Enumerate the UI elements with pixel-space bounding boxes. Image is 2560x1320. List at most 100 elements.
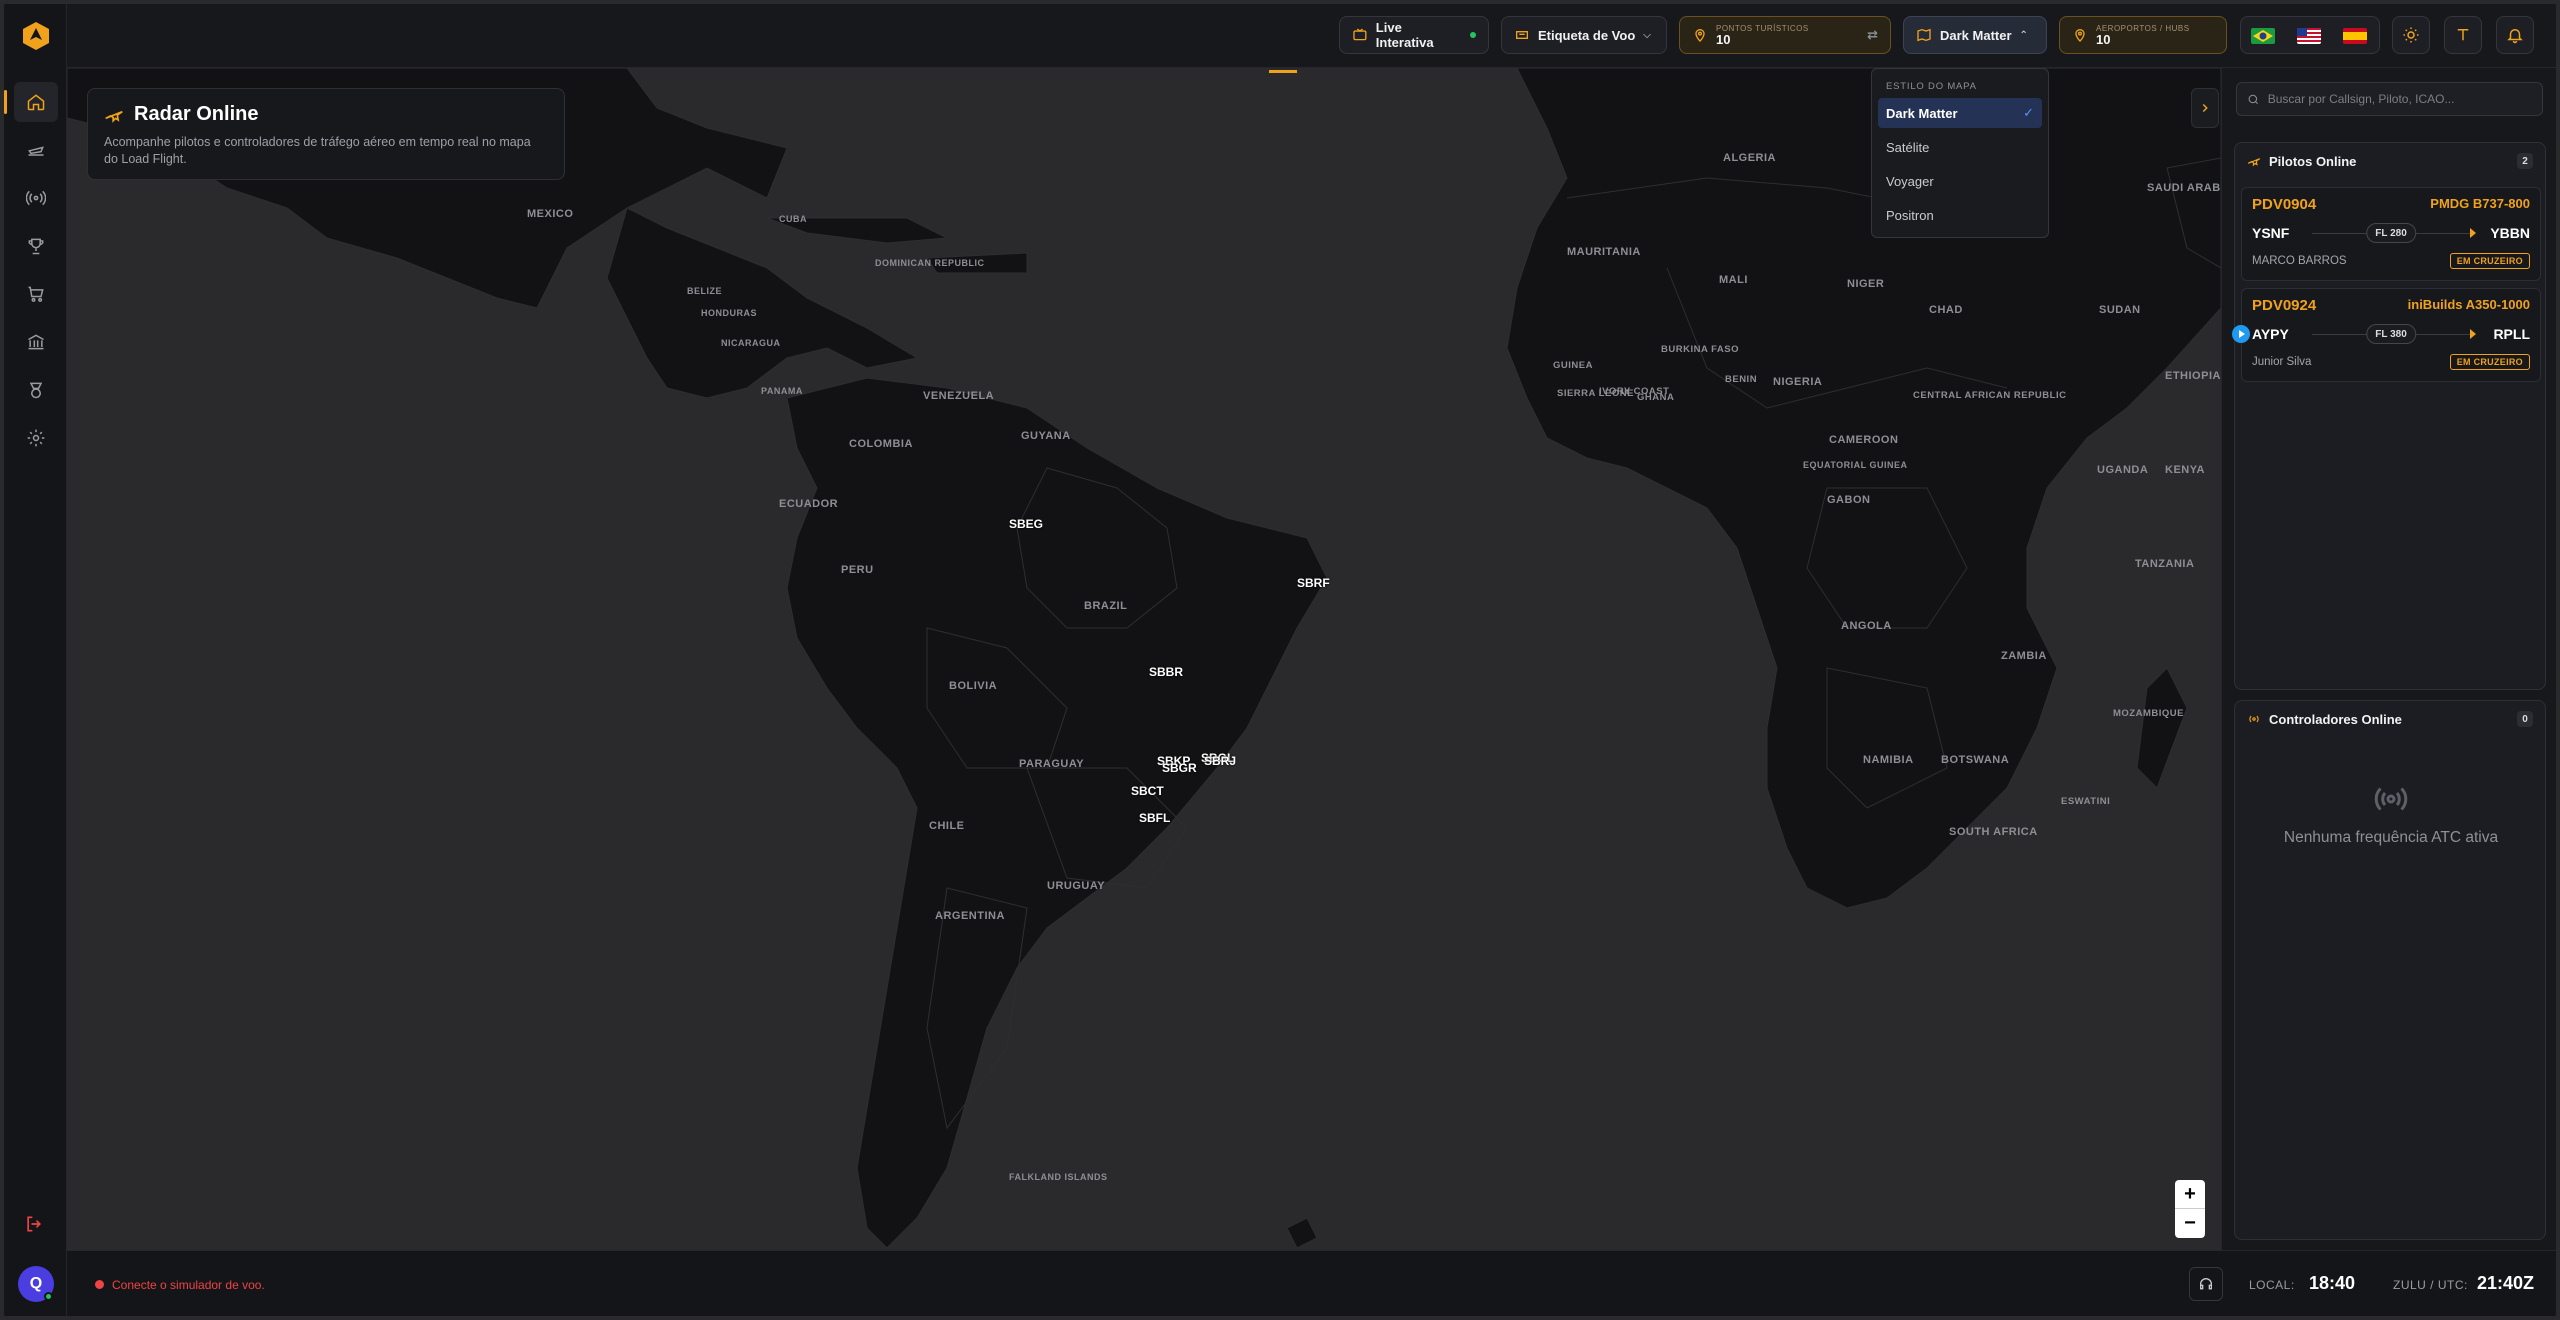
- radio-icon: [2249, 715, 2259, 723]
- nav-flights-icon[interactable]: [14, 130, 58, 170]
- map-label: NIGERIA: [1773, 376, 1823, 388]
- map-style-option-satellite[interactable]: Satélite: [1878, 132, 2042, 162]
- map-label: EQUATORIAL GUINEA: [1803, 460, 1908, 470]
- atc-empty-state: Nenhuma frequência ATC ativa: [2235, 781, 2547, 847]
- airplane-icon: [105, 110, 123, 123]
- map-style-button[interactable]: Dark Matter ⌃: [1903, 16, 2047, 54]
- aircraft-marker[interactable]: [1269, 70, 1297, 73]
- pilot-origin: YSNF: [2252, 225, 2290, 241]
- map-icon: [1917, 28, 1931, 42]
- flag-usa-icon[interactable]: [2297, 28, 2321, 44]
- topbar: Live Interativa Etiqueta de Voo ⌵ PONTOS…: [67, 4, 2556, 68]
- map-label: DOMINICAN REPUBLIC: [875, 258, 985, 268]
- controllers-count: 0: [2517, 711, 2533, 727]
- dropdown-header: ESTILO DO MAPA: [1886, 81, 1977, 92]
- nav-cart-icon[interactable]: [14, 274, 58, 314]
- nav-bank-icon[interactable]: [14, 322, 58, 362]
- pilot-origin: AYPY: [2252, 326, 2289, 342]
- pilots-count: 2: [2517, 153, 2533, 169]
- pilot-aircraft: PMDG B737-800: [2430, 196, 2530, 211]
- map-label: BURKINA FASO: [1661, 344, 1739, 355]
- search-box: [2236, 82, 2543, 116]
- zoom-out-button[interactable]: −: [2175, 1209, 2205, 1238]
- airport-marker[interactable]: SBCT: [1131, 784, 1164, 798]
- logout-icon[interactable]: [24, 1214, 46, 1236]
- map-style-dropdown: ESTILO DO MAPA Dark Matter ✓ Satélite Voy…: [1871, 68, 2049, 238]
- map-label: SUDAN: [2099, 304, 2141, 316]
- pilot-destination: RPLL: [2493, 326, 2530, 342]
- headset-icon: [2200, 1278, 2212, 1290]
- airport-marker[interactable]: SBRF: [1297, 576, 1330, 590]
- controllers-online-box: Controladores Online 0 Nenhuma frequênci…: [2234, 700, 2546, 1240]
- font-size-button[interactable]: [2444, 16, 2482, 54]
- world-map: [67, 68, 2221, 1250]
- zoom-control: + −: [2175, 1180, 2205, 1238]
- local-time-label: LOCAL:: [2249, 1278, 2295, 1292]
- chevron-right-icon: [2202, 103, 2208, 113]
- flight-tag-button[interactable]: Etiqueta de Voo ⌵: [1501, 16, 1667, 54]
- map-style-option-voyager[interactable]: Voyager: [1878, 166, 2042, 196]
- utc-time-label: ZULU / UTC:: [2393, 1278, 2468, 1292]
- map-label: NICARAGUA: [721, 338, 781, 348]
- chevron-up-icon: ⌃: [2019, 29, 2028, 41]
- flag-spain-icon[interactable]: [2343, 28, 2367, 44]
- nav-radar-icon[interactable]: [14, 178, 58, 218]
- airports-hubs-button[interactable]: AEROPORTOS / HUBS 10: [2059, 16, 2227, 54]
- zoom-in-button[interactable]: +: [2175, 1180, 2205, 1209]
- pilots-title: Pilotos Online: [2269, 153, 2357, 169]
- pilot-destination: YBBN: [2490, 225, 2530, 241]
- map-canvas[interactable]: MEXICO CUBA DOMINICAN REPUBLIC BELIZE HO…: [67, 68, 2221, 1250]
- map-label: ALGERIA: [1723, 152, 1776, 164]
- map-style-option-dark-matter[interactable]: Dark Matter ✓: [1878, 98, 2042, 128]
- search-input[interactable]: [2267, 92, 2532, 106]
- nav-home-icon[interactable]: [4, 82, 58, 122]
- sun-icon: [2403, 27, 2419, 43]
- map-style-option-positron[interactable]: Positron: [1878, 200, 2042, 230]
- map-label: PANAMA: [761, 386, 803, 396]
- airport-marker[interactable]: SBEG: [1009, 517, 1043, 531]
- pilot-name: Junior Silva: [2252, 356, 2312, 368]
- app-logo[interactable]: [20, 20, 52, 52]
- pilot-name: MARCO BARROS: [2252, 255, 2347, 267]
- flag-brazil-icon[interactable]: [2251, 28, 2275, 44]
- pilot-aircraft: iniBuilds A350-1000: [2407, 297, 2530, 312]
- nav-settings-icon[interactable]: [14, 418, 58, 458]
- sim-status-text: Conecte o simulador de voo.: [112, 1278, 265, 1292]
- nav-badge-icon[interactable]: [14, 370, 58, 410]
- airport-marker[interactable]: SBBR: [1149, 665, 1183, 679]
- map-label: GHANA: [1637, 392, 1675, 403]
- swap-icon[interactable]: ⇄: [1867, 27, 1878, 43]
- pilot-card[interactable]: PDV0924 iniBuilds A350-1000 AYPY FL 380 RPL…: [2232, 288, 2541, 382]
- map-label: ETHIOPIA: [2165, 370, 2221, 382]
- pilot-card[interactable]: PDV0904 PMDG B737-800 YSNF FL 280 YBBN MARC…: [2241, 187, 2541, 281]
- nav-trophy-icon[interactable]: [14, 226, 58, 266]
- map-label: BOTSWANA: [1941, 754, 2010, 766]
- pilot-flight-level: FL 280: [2366, 223, 2416, 243]
- map-label: TANZANIA: [2135, 558, 2195, 570]
- map-label: GABON: [1827, 494, 1871, 506]
- map-label: PARAGUAY: [1019, 758, 1085, 770]
- airport-marker[interactable]: SBRJ: [1204, 754, 1236, 768]
- airport-marker[interactable]: SBFL: [1139, 811, 1170, 825]
- collapse-panel-button[interactable]: [2191, 88, 2219, 128]
- live-interactive-button[interactable]: Live Interativa: [1339, 16, 1489, 54]
- live-dot: [1470, 32, 1476, 38]
- map-label: MOZAMBIQUE: [2113, 708, 2184, 719]
- tourist-points-button[interactable]: PONTOS TURÍSTICOS 10 ⇄: [1679, 16, 1891, 54]
- notifications-button[interactable]: [2496, 16, 2534, 54]
- text-icon: [2457, 29, 2469, 41]
- check-icon: ✓: [2023, 105, 2034, 120]
- map-label: FALKLAND ISLANDS: [1009, 1172, 1108, 1182]
- play-icon[interactable]: [2232, 325, 2250, 343]
- support-button[interactable]: [2189, 1267, 2223, 1301]
- radar-title: Radar Online: [134, 103, 259, 125]
- map-label: BRAZIL: [1084, 600, 1128, 612]
- tag-icon: [1516, 31, 1528, 39]
- location-icon: [2075, 29, 2085, 42]
- map-label: GUINEA: [1553, 360, 1593, 371]
- map-pin-icon: [1695, 29, 1705, 42]
- airport-marker[interactable]: SBGR: [1162, 761, 1197, 775]
- theme-toggle-button[interactable]: [2392, 16, 2430, 54]
- map-label: GUYANA: [1021, 430, 1071, 442]
- airports-count: 10: [2096, 31, 2111, 47]
